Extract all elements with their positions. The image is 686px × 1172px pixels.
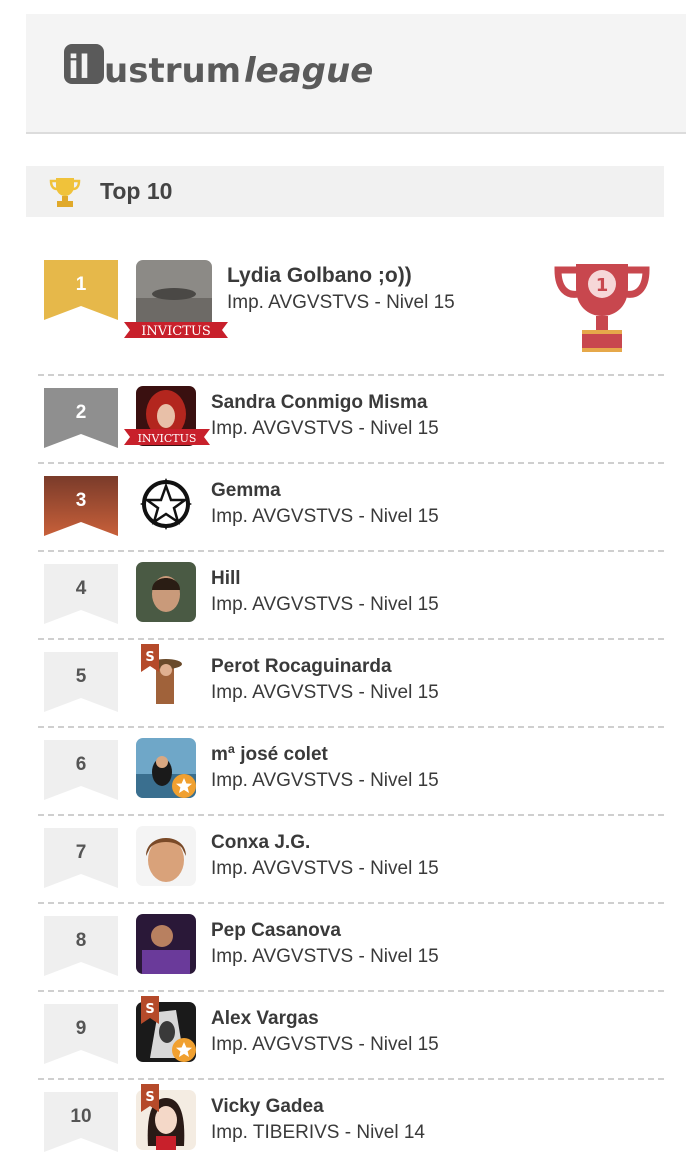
player-name[interactable]: Hill xyxy=(211,568,241,590)
svg-text:INVICTUS: INVICTUS xyxy=(138,432,197,445)
player-detail: Imp. AVGVSTVS - Nivel 15 xyxy=(211,858,439,879)
rank-ribbon: 5 xyxy=(44,652,118,716)
top10-section-header: Top 10 xyxy=(26,166,664,217)
ranking-row[interactable]: 8 Pep Casanova Imp. AVGVSTVS - Nivel 15 xyxy=(38,904,664,992)
ranking-row[interactable]: 10 S Vicky Gadea Imp. TIBERIVS - Nivel 1… xyxy=(38,1080,664,1166)
player-detail: Imp. AVGVSTVS - Nivel 15 xyxy=(211,770,439,791)
rank-number: 7 xyxy=(75,842,87,863)
rank-ribbon: 6 xyxy=(44,740,118,804)
s-badge: S xyxy=(141,644,159,672)
player-detail: Imp. TIBERIVS - Nivel 14 xyxy=(211,1122,425,1143)
rank-number: 2 xyxy=(75,402,87,423)
player-name[interactable]: Pep Casanova xyxy=(211,920,341,942)
svg-text:S: S xyxy=(145,1090,154,1105)
player-detail: Imp. AVGVSTVS - Nivel 15 xyxy=(211,506,439,527)
rank-ribbon-silver: 2 xyxy=(44,388,118,452)
ilustrum-league-logo[interactable]: il ustrum league xyxy=(64,40,374,104)
star-icon xyxy=(172,774,196,798)
avatar[interactable] xyxy=(136,914,196,974)
rank-number: 6 xyxy=(75,754,87,775)
s-badge: S xyxy=(141,1084,159,1112)
ranking-row[interactable]: 5 S Perot Rocaguinarda Imp. AVGVSTVS - N… xyxy=(38,640,664,728)
ranking-row[interactable]: 2 INVICTUS Sandra Conmigo Misma Imp. AVG… xyxy=(38,376,664,464)
rank-number: 5 xyxy=(75,666,87,687)
player-name[interactable]: mª josé colet xyxy=(211,744,328,766)
s-badge: S xyxy=(141,996,159,1024)
svg-text:league: league xyxy=(244,51,373,91)
player-name[interactable]: Alex Vargas xyxy=(211,1008,319,1030)
cup-icon: 1 xyxy=(554,264,650,352)
avatar[interactable] xyxy=(136,474,196,534)
player-name[interactable]: Sandra Conmigo Misma xyxy=(211,392,427,414)
trophy-icon xyxy=(49,178,81,207)
rank-ribbon: 8 xyxy=(44,916,118,980)
player-name[interactable]: Gemma xyxy=(211,480,281,502)
svg-text:S: S xyxy=(145,1002,154,1017)
ranking-row[interactable]: 9 S Alex Vargas Imp. AVGVSTVS - Nivel 15 xyxy=(38,992,664,1080)
player-detail: Imp. AVGVSTVS - Nivel 15 xyxy=(211,682,439,703)
rank-ribbon: 7 xyxy=(44,828,118,892)
ranking-list: 1 INVICTUS Lydia Golbano ;o)) Imp. AVGVS… xyxy=(38,250,664,1166)
invictus-badge: INVICTUS xyxy=(124,322,228,339)
rank-ribbon: 10 xyxy=(44,1092,118,1156)
svg-text:ustrum: ustrum xyxy=(104,51,241,91)
avatar[interactable] xyxy=(136,826,196,886)
rank-ribbon-gold: 1 xyxy=(44,260,118,324)
rank-ribbon-bronze: 3 xyxy=(44,476,118,540)
player-detail: Imp. AVGVSTVS - Nivel 15 xyxy=(211,418,439,439)
star-icon xyxy=(172,1038,196,1062)
player-name[interactable]: Vicky Gadea xyxy=(211,1096,324,1118)
ranking-row[interactable]: 1 INVICTUS Lydia Golbano ;o)) Imp. AVGVS… xyxy=(38,250,664,376)
invictus-badge: INVICTUS xyxy=(124,429,210,445)
rank-number: 4 xyxy=(75,578,87,599)
svg-text:INVICTUS: INVICTUS xyxy=(141,324,211,339)
ranking-row[interactable]: 3 Gemma Imp. AVGVSTVS - Nivel 15 xyxy=(38,464,664,552)
rank-number: 3 xyxy=(75,490,87,511)
ranking-row[interactable]: 7 Conxa J.G. Imp. AVGVSTVS - Nivel 15 xyxy=(38,816,664,904)
ranking-row[interactable]: 4 Hill Imp. AVGVSTVS - Nivel 15 xyxy=(38,552,664,640)
rank-number: 8 xyxy=(75,930,87,951)
rank-number: 1 xyxy=(75,274,87,295)
header: il ustrum league xyxy=(26,14,686,134)
rank-number: 10 xyxy=(70,1106,92,1127)
section-title: Top 10 xyxy=(100,178,173,204)
player-name[interactable]: Conxa J.G. xyxy=(211,832,310,854)
svg-text:1: 1 xyxy=(596,275,609,296)
rank-ribbon: 4 xyxy=(44,564,118,628)
player-detail: Imp. AVGVSTVS - Nivel 15 xyxy=(211,1034,439,1055)
ranking-row[interactable]: 6 mª josé colet Imp. AVGVSTVS - Nivel 15 xyxy=(38,728,664,816)
player-detail: Imp. AVGVSTVS - Nivel 15 xyxy=(211,946,439,967)
svg-text:il: il xyxy=(68,48,90,86)
player-name[interactable]: Perot Rocaguinarda xyxy=(211,656,392,678)
rank-number: 9 xyxy=(75,1018,87,1039)
player-detail: Imp. AVGVSTVS - Nivel 15 xyxy=(211,594,439,615)
player-name[interactable]: Lydia Golbano ;o)) xyxy=(227,264,412,288)
rank-ribbon: 9 xyxy=(44,1004,118,1068)
player-detail: Imp. AVGVSTVS - Nivel 15 xyxy=(227,292,455,313)
svg-text:S: S xyxy=(145,650,154,665)
avatar[interactable] xyxy=(136,562,196,622)
